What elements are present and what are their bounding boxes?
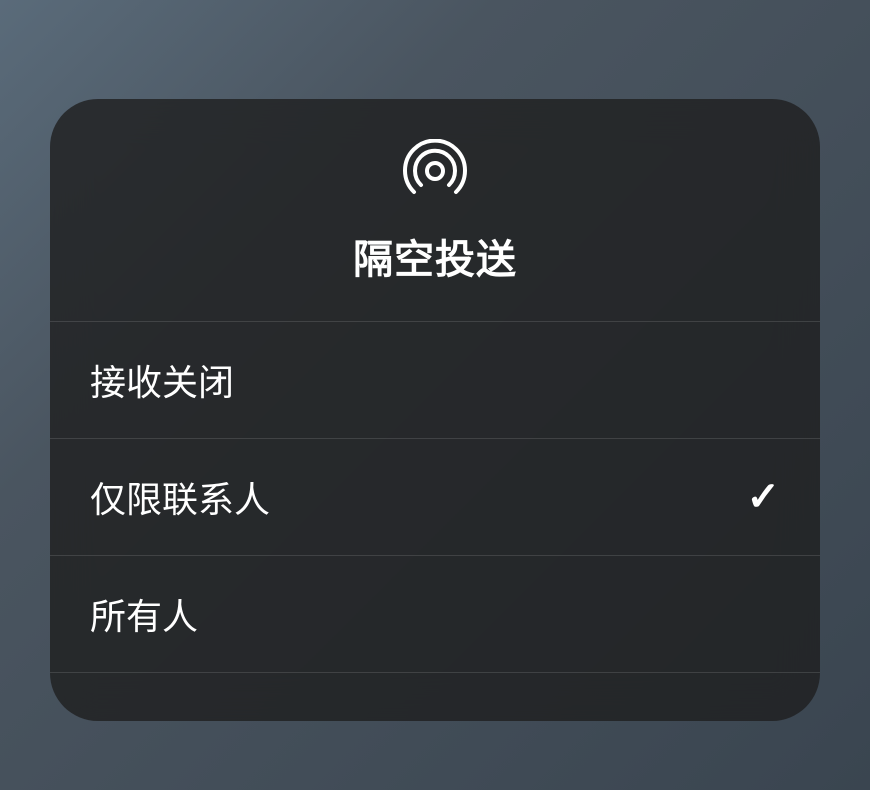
option-label: 仅限联系人 [90, 471, 270, 523]
option-label: 接收关闭 [90, 354, 234, 406]
panel-title: 隔空投送 [353, 227, 517, 285]
airdrop-settings-panel: 隔空投送 接收关闭 ✓ 仅限联系人 ✓ 所有人 ✓ [50, 99, 820, 721]
option-everyone[interactable]: 所有人 ✓ [50, 556, 820, 673]
panel-bottom-spacer [50, 673, 820, 721]
checkmark-icon: ✓ [746, 474, 780, 520]
airdrop-icon [403, 139, 467, 203]
option-receiving-off[interactable]: 接收关闭 ✓ [50, 322, 820, 439]
panel-header: 隔空投送 [50, 99, 820, 322]
option-contacts-only[interactable]: 仅限联系人 ✓ [50, 439, 820, 556]
option-label: 所有人 [90, 588, 198, 640]
